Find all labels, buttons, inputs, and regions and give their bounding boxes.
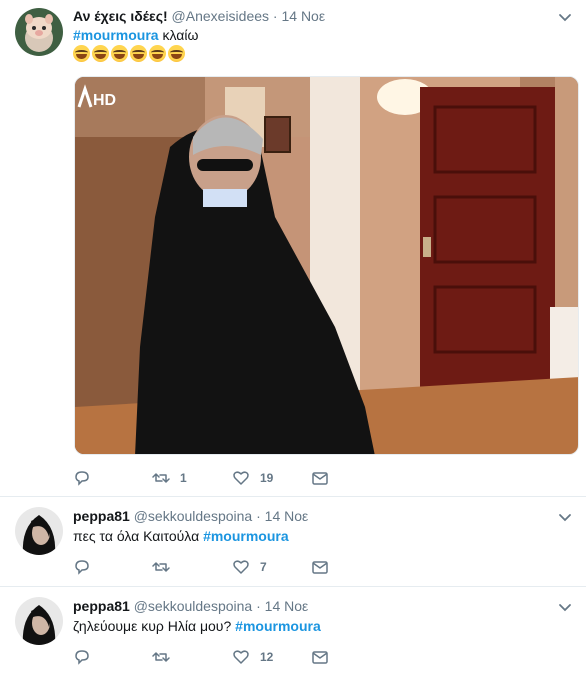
direct-message-button[interactable] <box>311 648 329 666</box>
retweet-button[interactable]: 1 <box>152 469 232 487</box>
like-icon <box>233 471 249 485</box>
user-handle[interactable]: @sekkouldespoina <box>134 598 253 614</box>
retweet-icon <box>152 562 170 572</box>
tweet-text: πες τα όλα Καιτούλα #mourmoura <box>73 526 289 546</box>
like-button[interactable]: 12 <box>232 648 311 666</box>
separator-dot: · <box>272 8 278 24</box>
tweet-text-body: ζηλεύουμε κυρ Ηλία μου? <box>73 618 236 634</box>
tears-of-joy-emoji-icon <box>92 45 109 62</box>
tweet-header: Αν έχεις ιδέες! @Anexeisidees · 14 Νοε <box>73 7 325 25</box>
tweet-actions: 1 19 <box>73 468 329 488</box>
tears-of-joy-emoji-icon <box>168 45 185 62</box>
media-photo[interactable]: HD <box>74 76 579 455</box>
like-icon <box>233 650 249 664</box>
like-icon <box>233 560 249 574</box>
tweet-actions: 12 <box>73 647 329 667</box>
hashtag-link[interactable]: #mourmoura <box>203 528 289 544</box>
reply-icon <box>75 560 89 575</box>
reply-icon <box>75 650 89 665</box>
tears-of-joy-emoji-icon <box>149 45 166 62</box>
avatar[interactable] <box>15 597 63 645</box>
tweet[interactable]: Αν έχεις ιδέες! @Anexeisidees · 14 Νοε #… <box>0 0 586 497</box>
reply-icon <box>75 471 89 486</box>
tweet-header: peppa81 @sekkouldespoina · 14 Νοε <box>73 507 308 525</box>
retweet-count: 1 <box>180 471 187 485</box>
separator-dot: · <box>256 598 261 614</box>
reply-button[interactable] <box>73 469 152 487</box>
emoji-row <box>73 45 185 62</box>
tweet-text: ζηλεύουμε κυρ Ηλία μου? #mourmoura <box>73 616 321 636</box>
tweet-actions: 7 <box>73 557 329 577</box>
user-handle[interactable]: @sekkouldespoina <box>134 508 253 524</box>
message-icon <box>312 472 328 485</box>
like-count: 12 <box>260 650 274 664</box>
channel-logo: HD <box>93 92 116 109</box>
tweet[interactable]: peppa81 @sekkouldespoina · 14 Νοε ζηλεύο… <box>0 587 586 677</box>
display-name[interactable]: peppa81 <box>73 598 130 614</box>
hashtag-link[interactable]: #mourmoura <box>73 27 159 43</box>
direct-message-button[interactable] <box>311 469 329 487</box>
timestamp[interactable]: 14 Νοε <box>265 598 309 614</box>
like-count: 19 <box>260 471 274 485</box>
tweet-text: #mourmoura κλαίω <box>73 25 198 45</box>
user-handle[interactable]: @Anexeisidees <box>172 8 270 24</box>
display-name[interactable]: peppa81 <box>73 508 130 524</box>
reply-button[interactable] <box>73 648 152 666</box>
tweet[interactable]: peppa81 @sekkouldespoina · 14 Νοε πες τα… <box>0 497 586 587</box>
like-button[interactable]: 7 <box>232 558 311 576</box>
avatar[interactable] <box>15 8 63 56</box>
tweet-text-body: κλαίω <box>158 27 199 43</box>
hashtag-link[interactable]: #mourmoura <box>235 618 321 634</box>
reply-button[interactable] <box>73 558 152 576</box>
tweet-header: peppa81 @sekkouldespoina · 14 Νοε <box>73 597 308 615</box>
direct-message-button[interactable] <box>311 558 329 576</box>
message-icon <box>312 651 328 664</box>
like-count: 7 <box>260 560 267 574</box>
tweet-text-body: πες τα όλα Καιτούλα <box>73 528 204 544</box>
retweet-button[interactable] <box>152 648 232 666</box>
tears-of-joy-emoji-icon <box>73 45 90 62</box>
avatar[interactable] <box>15 507 63 555</box>
display-name[interactable]: Αν έχεις ιδέες! <box>73 8 168 24</box>
tears-of-joy-emoji-icon <box>111 45 128 62</box>
caret-down-icon[interactable] <box>558 600 572 614</box>
retweet-button[interactable] <box>152 558 232 576</box>
timestamp[interactable]: 14 Νοε <box>281 8 325 24</box>
message-icon <box>312 561 328 574</box>
caret-down-icon[interactable] <box>558 10 572 24</box>
tears-of-joy-emoji-icon <box>130 45 147 62</box>
retweet-icon <box>152 473 170 483</box>
retweet-icon <box>152 652 170 662</box>
timestamp[interactable]: 14 Νοε <box>265 508 309 524</box>
like-button[interactable]: 19 <box>232 469 311 487</box>
caret-down-icon[interactable] <box>558 510 572 524</box>
separator-dot: · <box>256 508 261 524</box>
